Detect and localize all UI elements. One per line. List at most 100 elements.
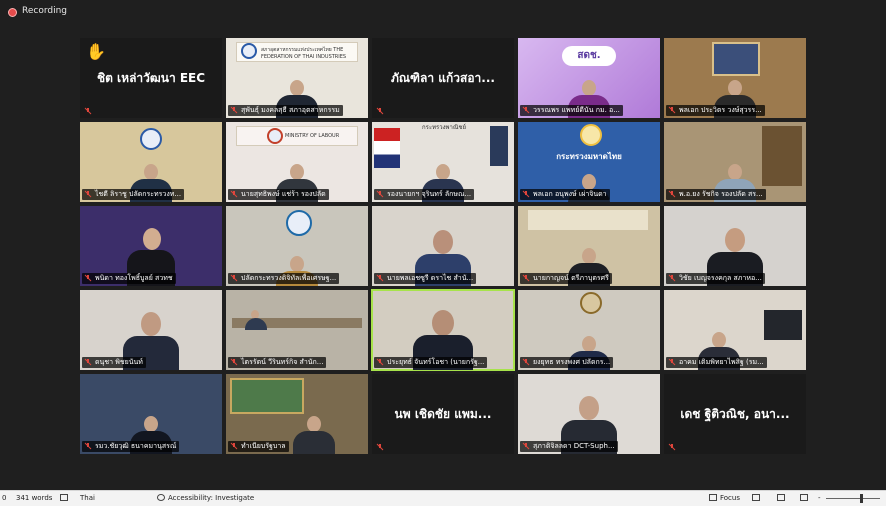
proofing-icon[interactable] — [60, 494, 68, 501]
recording-label: Recording — [22, 6, 68, 16]
video-tile[interactable]: ไชตี ลิราชู ปลัดกระทรวงท... — [80, 122, 222, 202]
participant-status — [82, 105, 95, 116]
wall-portrait — [712, 42, 760, 76]
mic-muted-icon — [84, 274, 92, 282]
word-count[interactable]: 341 words — [16, 494, 52, 502]
organization-sign-text: กระทรวงพาณิชย์ — [422, 124, 467, 131]
video-tile[interactable]: รมว.ชัยวุฒิ ธนาคมานุสรณ์ — [80, 374, 222, 454]
participant-video — [243, 310, 269, 330]
bookshelf — [762, 126, 802, 186]
mic-muted-icon — [230, 190, 238, 198]
participant-name: พ.อ.ยง รัชกิจ รองปลัด สร... — [666, 189, 766, 200]
video-tile[interactable]: พลเอก ประวิตร วงษ์สุวรร... — [664, 38, 806, 118]
web-layout-icon[interactable] — [800, 494, 808, 501]
participant-name: นายกาญจน์ ตรีภาบุตรศรี — [520, 273, 612, 284]
video-tile[interactable]: พนิดา ทองโพธิ์บูลย์ สวทช — [80, 206, 222, 286]
zoom-slider-track[interactable] — [826, 498, 880, 499]
language-indicator[interactable]: Thai — [80, 494, 95, 502]
mic-muted-icon — [522, 106, 530, 114]
participant-status — [374, 105, 387, 116]
read-mode-icon[interactable] — [752, 494, 760, 501]
participant-name-large: ภัณฑิลา แก้วสอา... — [391, 71, 495, 85]
video-tile[interactable]: กระทรวงพาณิชย์ รองนายกฯ จุรินทร์ ลักษณ..… — [372, 122, 514, 202]
zoom-slider-handle[interactable] — [860, 494, 863, 503]
participant-name: พนิดา ทองโพธิ์บูลย์ สวทช — [82, 273, 176, 284]
participant-name: วิชัย เบญจรงคกุล สภาหอ... — [666, 273, 765, 284]
organization-logo — [267, 128, 283, 144]
mic-muted-icon — [668, 443, 676, 451]
participant-video — [291, 416, 337, 454]
video-tile[interactable]: นพ เชิดชัย แพม... — [372, 374, 514, 454]
mic-muted-icon — [668, 190, 676, 198]
participant-name: วรรณพร แพทย์ดีนัน กม. อ... — [520, 105, 623, 116]
organization-sign: สภาอุตสาหกรรมแห่งประเทศไทย THE FEDERATIO… — [236, 42, 358, 62]
mic-muted-icon — [84, 442, 92, 450]
video-tile[interactable]: ดนุชา พิชยนันท์ — [80, 290, 222, 370]
video-tile[interactable]: สุภาติจิลลดา DCT-Suph... — [518, 374, 660, 454]
print-layout-icon[interactable] — [777, 494, 785, 501]
participant-name: สุภาติจิลลดา DCT-Suph... — [520, 441, 618, 452]
mic-muted-icon — [376, 358, 384, 366]
participant-name: นายสุทธิพงษ์ แช่ร้า รองปลัด — [228, 189, 329, 200]
organization-sign-text: กระทรวงมหาดไทย — [556, 152, 622, 161]
participant-name-large: เดช ฐิติวณิช, อนา... — [680, 407, 790, 421]
wall-painting — [230, 378, 304, 414]
mic-muted-icon — [230, 442, 238, 450]
video-tile[interactable]: ไตรรัตน์ วีรินทร์กิจ สำนัก... — [226, 290, 368, 370]
mic-muted-icon — [230, 274, 238, 282]
organization-logo: สดช. — [562, 46, 616, 66]
video-tile[interactable]: สภาอุตสาหกรรมแห่งประเทศไทย THE FEDERATIO… — [226, 38, 368, 118]
participant-name: ปลัดกระทรวงดิจิทัลเพื่อเศรษฐ... — [228, 273, 340, 284]
video-tile[interactable]: กระทรวงมหาดไทย พลเอก อนุพงษ์ เผ่าจินดา — [518, 122, 660, 202]
mic-muted-icon — [668, 106, 676, 114]
organization-logo — [286, 210, 312, 236]
video-tile[interactable]: วิชัย เบญจรงคกุล สภาหอ... — [664, 206, 806, 286]
video-tile[interactable]: ✋ ชิต เหล่าวัฒนา EEC — [80, 38, 222, 118]
accessibility-icon[interactable] — [157, 494, 165, 501]
video-tile[interactable]: อาคม เติมพิทยาไพสิฐ (รม... — [664, 290, 806, 370]
mic-muted-icon — [230, 358, 238, 366]
mic-muted-icon — [668, 274, 676, 282]
mic-muted-icon — [376, 274, 384, 282]
video-tile[interactable]: สดช. วรรณพร แพทย์ดีนัน กม. อ... — [518, 38, 660, 118]
participant-name: พลเอก ประวิตร วงษ์สุวรร... — [666, 105, 765, 116]
mic-muted-icon — [84, 190, 92, 198]
video-tile[interactable]: ยงยุทธ ทรงพงศ ปลัดกร... — [518, 290, 660, 370]
video-tile[interactable]: MINISTRY OF LABOUR นายสุทธิพงษ์ แช่ร้า ร… — [226, 122, 368, 202]
video-tile[interactable]: พ.อ.ยง รัชกิจ รองปลัด สร... — [664, 122, 806, 202]
participant-name: พลเอก อนุพงษ์ เผ่าจินดา — [520, 189, 610, 200]
participant-status — [666, 441, 679, 452]
accessibility-status[interactable]: Accessibility: Investigate — [168, 494, 254, 502]
participant-name: สุพันธุ์ มงคลสุธี สภาอุตสาหกรรม — [228, 105, 343, 116]
video-tile-active-speaker[interactable]: ประยุทธ์ จันทร์โอชา (นายกรัฐ... — [371, 289, 515, 371]
recording-icon — [8, 8, 17, 17]
mic-muted-icon — [522, 442, 530, 450]
focus-icon[interactable] — [709, 494, 717, 501]
participant-name: ประยุทธ์ จันทร์โอชา (นายกรัฐ... — [374, 357, 488, 368]
mic-muted-icon — [84, 107, 92, 115]
organization-sign-text: MINISTRY OF LABOUR — [285, 133, 340, 139]
mic-muted-icon — [522, 358, 530, 366]
video-tile[interactable]: ปลัดกระทรวงดิจิทัลเพื่อเศรษฐ... — [226, 206, 368, 286]
participant-name: ไตรรัตน์ วีรินทร์กิจ สำนัก... — [228, 357, 327, 368]
participant-name: รมว.ชัยวุฒิ ธนาคมานุสรณ์ — [82, 441, 180, 452]
mic-muted-icon — [668, 358, 676, 366]
focus-button[interactable]: Focus — [720, 494, 740, 502]
video-tile[interactable]: ทำเนียบรัฐบาล — [226, 374, 368, 454]
participant-name: ไชตี ลิราชู ปลัดกระทรวงท... — [82, 189, 185, 200]
video-tile[interactable]: นายพลเอชซูรี ดราไช สำนั... — [372, 206, 514, 286]
window-blinds — [528, 210, 648, 230]
video-tile[interactable]: เดช ฐิติวณิช, อนา... — [664, 374, 806, 454]
organization-logo — [241, 43, 257, 59]
video-tile[interactable]: ภัณฑิลา แก้วสอา... — [372, 38, 514, 118]
zoom-out-button[interactable]: - — [818, 494, 821, 502]
participant-status — [374, 441, 387, 452]
thai-flag — [374, 128, 400, 168]
mic-muted-icon — [522, 190, 530, 198]
raised-hand-icon: ✋ — [86, 42, 106, 61]
mic-muted-icon — [84, 358, 92, 366]
video-tile[interactable]: นายกาญจน์ ตรีภาบุตรศรี — [518, 206, 660, 286]
page-indicator[interactable]: 0 — [2, 494, 6, 502]
organization-logo — [580, 124, 602, 146]
computer-monitor — [764, 310, 802, 340]
